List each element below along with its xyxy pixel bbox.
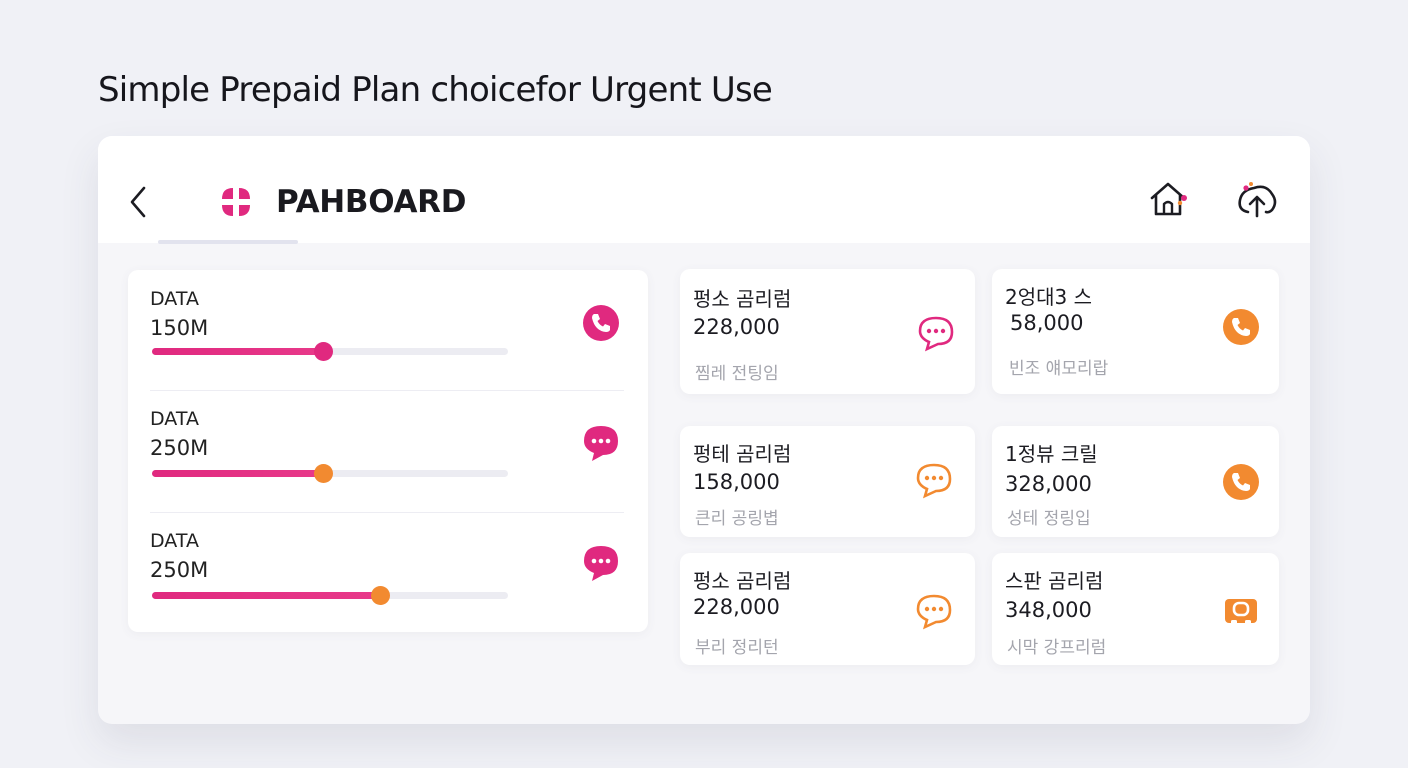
plan-name: 1정뷰 크릴 <box>1005 442 1098 466</box>
data-amount: 250M <box>150 436 209 460</box>
home-icon[interactable] <box>1146 178 1192 220</box>
data-label: DATA <box>150 408 199 430</box>
phone-icon <box>1223 309 1259 345</box>
plan-name: 펑테 곰리럼 <box>693 442 792 466</box>
chat-bubble-icon[interactable] <box>580 422 622 464</box>
chat-bubble-outline-icon <box>916 463 952 499</box>
plan-card[interactable]: 펑소 곰리럼 228,000 부리 정리턴 <box>680 553 975 665</box>
tab-underline <box>158 240 298 244</box>
slider-knob[interactable] <box>313 464 333 483</box>
slider-fill <box>152 592 380 599</box>
phone-icon <box>1223 464 1259 500</box>
chevron-left-icon[interactable] <box>124 182 152 222</box>
plan-name: 펑소 곰리럼 <box>693 287 792 311</box>
phone-icon[interactable] <box>580 302 622 344</box>
data-label: DATA <box>150 530 199 552</box>
data-usage-card: DATA 150M DATA 250M DATA 250M <box>128 270 648 632</box>
plan-description: 빈조 얘모리랍 <box>1009 359 1109 379</box>
plan-name: 펑소 곰리럼 <box>693 569 792 593</box>
plan-price: 228,000 <box>693 315 780 339</box>
top-bar: PAHBOARD <box>98 136 1310 243</box>
plan-price: 228,000 <box>693 595 780 619</box>
plan-card[interactable]: 1정뷰 크릴 328,000 성테 정링입 <box>992 426 1279 537</box>
plan-price: 158,000 <box>693 470 780 494</box>
plan-description: 성테 정링입 <box>1007 509 1091 529</box>
slider-fill <box>152 348 323 355</box>
slider-knob[interactable] <box>313 342 333 361</box>
data-slider[interactable] <box>152 586 508 605</box>
plan-name: 2엉대3 스 <box>1005 285 1093 309</box>
game-controller-icon <box>1225 599 1257 625</box>
data-row: DATA 250M <box>128 512 648 632</box>
chat-bubble-icon[interactable] <box>580 542 622 584</box>
plan-name: 스판 곰리럼 <box>1005 569 1104 593</box>
data-amount: 250M <box>150 558 209 582</box>
data-slider[interactable] <box>152 464 508 483</box>
plan-description: 시막 강프리럼 <box>1007 638 1107 658</box>
plan-price: 328,000 <box>1005 472 1092 496</box>
chat-bubble-outline-icon <box>916 594 952 630</box>
slider-knob[interactable] <box>370 586 390 605</box>
plan-card[interactable]: 2엉대3 스 58,000 빈조 얘모리랍 <box>992 269 1279 394</box>
plan-price: 58,000 <box>1010 311 1084 335</box>
plan-card[interactable]: 펑소 곰리럼 228,000 찜레 전팅임 <box>680 269 975 394</box>
slider-fill <box>152 470 323 477</box>
plan-description: 부리 정리턴 <box>695 638 779 658</box>
data-slider[interactable] <box>152 342 508 361</box>
plan-price: 348,000 <box>1005 598 1092 622</box>
page-heading: Simple Prepaid Plan choicefor Urgent Use <box>98 70 773 110</box>
data-label: DATA <box>150 288 199 310</box>
data-row: DATA 250M <box>128 390 648 510</box>
chat-bubble-outline-icon <box>918 316 954 352</box>
dashboard-panel: PAHBOARD DATA 150M DATA 250M DATA 250M 펑… <box>98 136 1310 724</box>
plan-description: 찜레 전팅임 <box>695 364 779 384</box>
plan-card[interactable]: 펑테 곰리럼 158,000 큰리 공링볍 <box>680 426 975 537</box>
plan-description: 큰리 공링볍 <box>695 509 779 529</box>
plan-card[interactable]: 스판 곰리럼 348,000 시막 강프리럼 <box>992 553 1279 665</box>
dashboard-title: PAHBOARD <box>276 184 467 220</box>
cloud-upload-icon[interactable] <box>1234 178 1280 222</box>
data-row: DATA 150M <box>128 270 648 390</box>
logo-icon <box>222 188 250 216</box>
data-amount: 150M <box>150 316 209 340</box>
